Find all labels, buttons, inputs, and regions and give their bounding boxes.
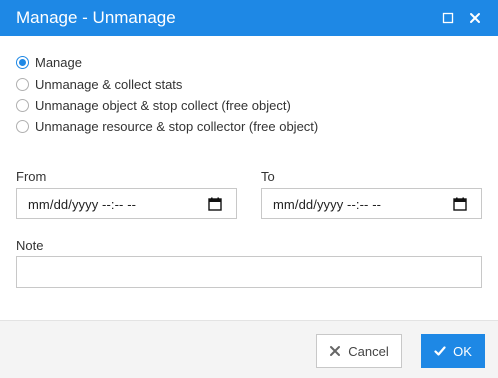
radio-button[interactable]: [16, 55, 29, 69]
radio-label: Manage: [35, 54, 82, 70]
from-label: From: [16, 169, 47, 184]
calendar-icon[interactable]: [208, 197, 222, 211]
manage-unmanage-dialog: Manage - Unmanage Manage Unmanage & coll…: [0, 0, 498, 378]
cancel-button-label: Cancel: [348, 343, 389, 359]
to-date-value: mm/dd/yyyy --:-- --: [273, 197, 382, 212]
radio-option-manage[interactable]: Manage: [16, 53, 82, 71]
from-date-input[interactable]: mm/dd/yyyy --:-- --: [16, 188, 237, 219]
to-date-input[interactable]: mm/dd/yyyy --:-- --: [261, 188, 482, 219]
note-label: Note: [16, 238, 44, 253]
calendar-icon[interactable]: [453, 197, 467, 211]
note-input[interactable]: [16, 256, 482, 288]
maximize-icon[interactable]: [440, 10, 456, 26]
ok-button[interactable]: OK: [421, 334, 485, 368]
radio-button[interactable]: [16, 119, 29, 133]
radio-label: Unmanage & collect stats: [35, 76, 183, 92]
radio-button[interactable]: [16, 98, 29, 112]
radio-label: Unmanage object & stop collect (free obj…: [35, 97, 291, 113]
radio-label: Unmanage resource & stop collector (free…: [35, 118, 319, 134]
ok-button-label: OK: [453, 343, 472, 359]
close-icon[interactable]: [467, 10, 483, 26]
radio-button[interactable]: [16, 77, 29, 91]
radio-option-unmanage-resource[interactable]: Unmanage resource & stop collector (free…: [16, 117, 318, 135]
cancel-button[interactable]: Cancel: [316, 334, 402, 368]
from-date-value: mm/dd/yyyy --:-- --: [28, 197, 137, 212]
radio-option-unmanage-collect-stats[interactable]: Unmanage & collect stats: [16, 75, 182, 93]
to-label: To: [261, 169, 275, 184]
dialog-titlebar: Manage - Unmanage: [0, 0, 498, 36]
dialog-footer: Cancel OK: [0, 320, 498, 378]
checkmark-icon: [434, 346, 446, 356]
radio-option-unmanage-object[interactable]: Unmanage object & stop collect (free obj…: [16, 96, 291, 114]
x-icon: [330, 346, 341, 356]
dialog-title: Manage - Unmanage: [16, 8, 176, 27]
